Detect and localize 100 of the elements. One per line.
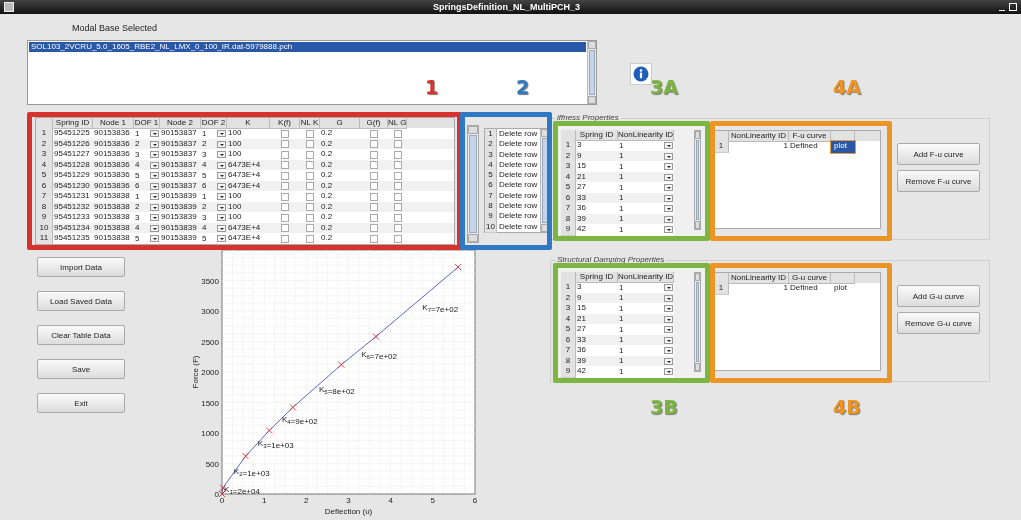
checkbox[interactable] (393, 150, 402, 159)
checkbox[interactable] (281, 140, 289, 149)
column-header[interactable]: NonLinearity ID (618, 272, 674, 283)
checkbox[interactable] (281, 192, 289, 201)
column-header[interactable]: DOF 2 (201, 118, 227, 129)
checkbox[interactable] (370, 140, 378, 149)
column-header[interactable]: NonLinearity ID (618, 130, 674, 141)
checkbox[interactable] (306, 140, 314, 149)
checkbox[interactable] (370, 203, 378, 212)
dropdown-field[interactable]: 1 (618, 324, 674, 336)
dropdown-field[interactable]: 1 (618, 366, 674, 378)
checkbox[interactable] (393, 129, 402, 138)
checkbox[interactable] (306, 224, 314, 233)
column-header[interactable]: Spring ID (576, 130, 618, 141)
action-button[interactable]: Exit (37, 393, 125, 413)
dropdown-field[interactable]: 1 (618, 345, 674, 357)
checkbox[interactable] (281, 171, 289, 180)
curve-button[interactable]: Add F-u curve (897, 143, 980, 165)
scrollbar[interactable] (694, 130, 701, 230)
dropdown-field[interactable]: 1 (618, 303, 674, 315)
action-button[interactable]: Load Saved Data (37, 291, 125, 311)
dropdown-field[interactable]: 6 (134, 180, 160, 192)
list-item[interactable]: SOL103_2VCRU_5.0_1605_RBE2_NL_LMX_0_100_IR.dat-5979888.pch (29, 42, 586, 52)
column-header[interactable]: G-u curve (789, 273, 831, 284)
dropdown-field[interactable]: 1 (618, 171, 674, 183)
column-header[interactable]: NL K (300, 118, 320, 129)
checkbox[interactable] (393, 213, 402, 222)
curve-button[interactable]: Remove G-u curve (897, 312, 980, 334)
checkbox[interactable] (393, 171, 402, 180)
checkbox[interactable] (281, 224, 289, 233)
checkbox[interactable] (306, 129, 314, 138)
checkbox[interactable] (370, 161, 378, 170)
checkbox[interactable] (393, 234, 402, 243)
delete-row-button[interactable]: Delete row (497, 139, 540, 151)
delete-row-button[interactable]: Delete row (497, 180, 540, 192)
dropdown-field[interactable]: 1 (618, 313, 674, 325)
delete-row-button[interactable]: Delete row (497, 211, 540, 223)
action-button[interactable]: Save (37, 359, 125, 379)
dropdown-field[interactable]: 1 (134, 128, 160, 140)
checkbox[interactable] (306, 192, 314, 201)
dropdown-field[interactable]: 1 (618, 334, 674, 346)
dropdown-field[interactable]: 1 (618, 292, 674, 304)
dropdown-field[interactable]: 4 (201, 222, 227, 234)
checkbox[interactable] (370, 129, 378, 138)
window-icon[interactable] (4, 2, 14, 12)
checkbox[interactable] (370, 213, 378, 222)
dropdown-field[interactable]: 1 (618, 140, 674, 152)
delete-row-button[interactable]: Delete row (497, 170, 540, 182)
column-header[interactable]: NonLinearity ID (729, 131, 789, 142)
checkbox[interactable] (306, 234, 314, 243)
dropdown-field[interactable]: 1 (618, 182, 674, 194)
delete-row-button[interactable]: Delete row (497, 129, 540, 141)
checkbox[interactable] (370, 234, 378, 243)
column-header[interactable]: Spring ID (576, 272, 618, 283)
dropdown-field[interactable]: 1 (201, 128, 227, 140)
dropdown-field[interactable]: 2 (134, 201, 160, 213)
column-header[interactable]: F-u curve (789, 131, 831, 142)
dropdown-field[interactable]: 1 (618, 355, 674, 367)
scrollbar[interactable] (467, 125, 479, 243)
checkbox[interactable] (370, 150, 378, 159)
minimize-icon[interactable] (999, 9, 1005, 11)
checkbox[interactable] (393, 182, 402, 191)
checkbox[interactable] (281, 182, 289, 191)
checkbox[interactable] (306, 203, 314, 212)
checkbox[interactable] (306, 171, 314, 180)
checkbox[interactable] (393, 192, 402, 201)
dropdown-field[interactable]: 1 (618, 150, 674, 162)
dropdown-field[interactable]: 3 (201, 212, 227, 224)
dropdown-field[interactable]: 5 (201, 170, 227, 182)
plot-cell[interactable]: plot (831, 141, 855, 153)
delete-row-button[interactable]: Delete row (497, 221, 540, 233)
delete-row-button[interactable]: Delete row (497, 190, 540, 203)
dropdown-field[interactable]: 2 (201, 201, 227, 213)
checkbox[interactable] (281, 213, 289, 222)
dropdown-field[interactable]: 3 (134, 149, 160, 161)
checkbox[interactable] (306, 182, 314, 191)
maximize-icon[interactable] (1009, 3, 1017, 11)
checkbox[interactable] (306, 161, 314, 170)
checkbox[interactable] (370, 171, 378, 180)
dropdown-field[interactable]: 6 (201, 180, 227, 192)
scrollbar[interactable] (587, 41, 596, 104)
checkbox[interactable] (306, 150, 314, 159)
dropdown-field[interactable]: 1 (618, 213, 674, 225)
column-header[interactable]: G(f) (360, 118, 388, 129)
dropdown-field[interactable]: 1 (134, 191, 160, 203)
curve-button[interactable]: Remove F-u curve (897, 170, 980, 192)
dropdown-field[interactable]: 3 (201, 149, 227, 161)
delete-row-button[interactable]: Delete row (497, 201, 540, 213)
dropdown-field[interactable]: 1 (618, 192, 674, 204)
column-header[interactable]: Spring ID (53, 118, 93, 129)
info-icon[interactable] (630, 63, 652, 85)
dropdown-field[interactable]: 1 (201, 191, 227, 203)
column-header[interactable]: K (227, 118, 270, 129)
dropdown-field[interactable]: 4 (134, 159, 160, 171)
checkbox[interactable] (306, 213, 314, 222)
checkbox[interactable] (393, 224, 402, 233)
column-header[interactable]: G (320, 118, 360, 129)
checkbox[interactable] (281, 203, 289, 212)
action-button[interactable]: Clear Table Data (37, 325, 125, 345)
checkbox[interactable] (393, 140, 402, 149)
